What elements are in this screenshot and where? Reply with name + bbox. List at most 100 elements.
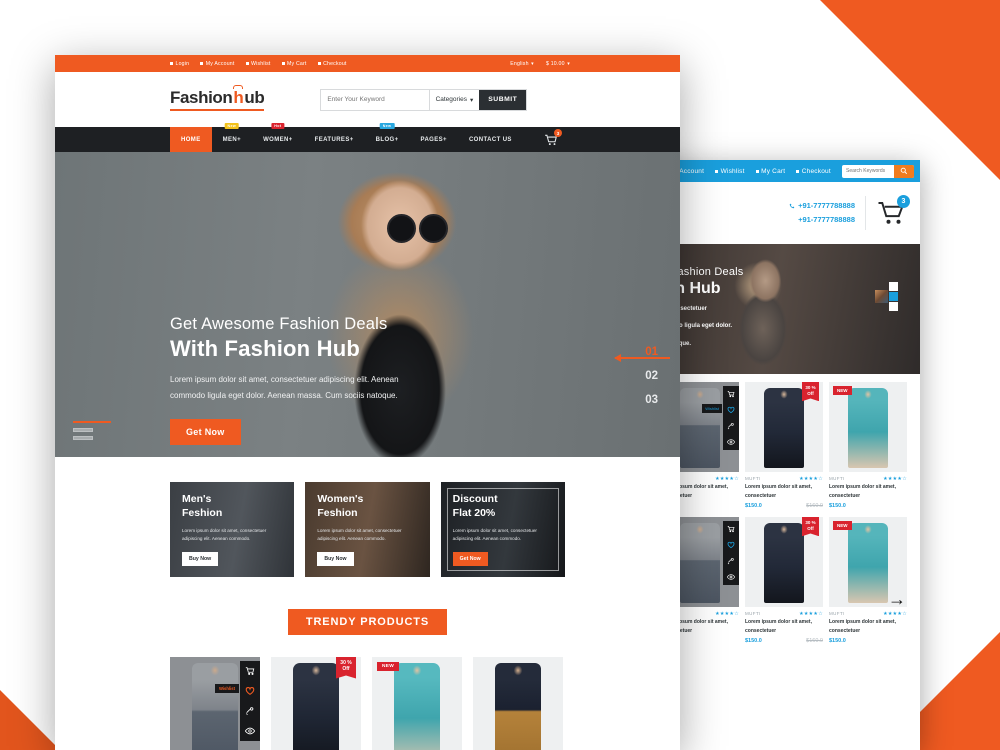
back-topbar-link-wishlist[interactable]: Wishlist: [715, 168, 745, 175]
add-to-cart-icon[interactable]: [240, 661, 260, 681]
heart-icon: [715, 169, 719, 173]
product-card[interactable]: 30 % Off: [271, 657, 361, 750]
product-card[interactable]: NEW: [372, 657, 462, 750]
hero-get-now-button[interactable]: Get Now: [170, 418, 241, 445]
discount-ribbon-badge: 30 % Off: [802, 517, 819, 537]
quick-view-eye-icon[interactable]: [240, 721, 260, 741]
nav-item-features[interactable]: FEATURES +: [304, 127, 365, 152]
topbar-label: Login: [175, 60, 190, 67]
back-search-box[interactable]: [842, 164, 914, 178]
topbar-link-wishlist[interactable]: Wishlist: [245, 61, 271, 67]
nav-item-men[interactable]: New MEN +: [212, 123, 252, 152]
slider-control-bar[interactable]: [73, 436, 93, 440]
search-submit-button[interactable]: SUBMIT: [479, 89, 527, 110]
slider-thumb-dot[interactable]: [889, 302, 898, 311]
back-product-image[interactable]: NEW: [829, 382, 907, 472]
product-image[interactable]: Wishlist: [170, 657, 260, 750]
hero-heading-line1: Get Awesome Fashion Deals: [170, 315, 388, 333]
banner-buy-now-button[interactable]: Buy Now: [182, 551, 219, 566]
slider-number-nav[interactable]: 01 02 03: [645, 340, 658, 412]
product-title[interactable]: Lorem ipsum dolor sit amet, consectetuer: [745, 483, 823, 500]
back-phone-numbers: +91-7777788888 +91-7777788888: [789, 199, 855, 228]
discount-ribbon-badge: 30 % Off: [802, 382, 819, 402]
slider-thumbnail-preview[interactable]: [875, 290, 888, 303]
front-topbar: Login My Account Wishlist My Cart Checko…: [55, 55, 680, 72]
back-product-action-bar[interactable]: [723, 386, 739, 450]
product-card[interactable]: [473, 657, 563, 750]
back-product-card[interactable]: 30 % Off ★★★★☆ MUFTI Lorem ipsum dolor s…: [745, 517, 823, 644]
back-product-action-bar[interactable]: [723, 521, 739, 585]
nav-item-pages[interactable]: PAGES +: [409, 127, 457, 152]
decorative-corner-triangle-top-right: [820, 0, 1000, 180]
nav-cart-button[interactable]: 3: [544, 127, 562, 152]
back-product-card[interactable]: NEW ★★★★☆ MUFTI Lorem ipsum dolor sit am…: [829, 517, 907, 644]
product-price: $150.0: [829, 503, 846, 509]
currency-selector[interactable]: $ 10.00 ▾: [546, 61, 570, 67]
nav-item-home[interactable]: HOME: [170, 127, 212, 152]
site-logo[interactable]: Fashion h ub: [170, 85, 265, 111]
product-action-bar[interactable]: [240, 661, 260, 741]
nav-item-women[interactable]: Hot WOMEN +: [252, 123, 304, 152]
banner-womens-fashion[interactable]: Women's Feshion Lorem ipsum dolor sit am…: [305, 482, 430, 577]
product-title[interactable]: Lorem ipsum dolor sit amet, consectetuer: [745, 618, 823, 635]
product-title[interactable]: Lorem ipsum dolor sit amet, consectetuer: [829, 618, 907, 635]
phone-icon: [789, 203, 795, 209]
compare-icon[interactable]: [240, 701, 260, 721]
back-product-image[interactable]: 30 % Off: [745, 517, 823, 607]
categories-dropdown[interactable]: Categories ▾: [428, 89, 480, 110]
back-search-button[interactable]: [894, 164, 914, 178]
slide-number-01[interactable]: 01: [645, 340, 658, 364]
wishlist-icon[interactable]: [240, 681, 260, 701]
nav-item-contact-us[interactable]: CONTACT US: [458, 127, 523, 152]
nav-item-blog[interactable]: New BLOG +: [365, 123, 410, 152]
back-product-image[interactable]: 30 % Off: [745, 382, 823, 472]
banner-get-now-button[interactable]: Get Now: [452, 551, 488, 566]
product-image[interactable]: [473, 657, 563, 750]
product-card[interactable]: Wishlist: [170, 657, 260, 750]
topbar-link-my-account[interactable]: My Account: [200, 61, 234, 67]
banner-buy-now-button[interactable]: Buy Now: [317, 551, 354, 566]
back-cart-button[interactable]: 3: [876, 195, 910, 228]
product-image[interactable]: NEW: [372, 657, 462, 750]
nav-label: CONTACT US: [468, 136, 512, 143]
back-topbar-link-my-cart[interactable]: My Cart: [755, 168, 786, 175]
add-to-cart-icon[interactable]: [723, 386, 739, 402]
product-image[interactable]: 30 % Off: [271, 657, 361, 750]
banner-discount-flat-20[interactable]: Discount Flat 20% Lorem ipsum dolor sit …: [440, 482, 565, 577]
slider-thumb-dot-active[interactable]: [889, 292, 898, 301]
compare-icon[interactable]: [723, 418, 739, 434]
slide-number-02[interactable]: 02: [645, 364, 658, 388]
wishlist-icon[interactable]: [723, 537, 739, 553]
quick-view-eye-icon[interactable]: [723, 569, 739, 585]
back-slider-thumbnails[interactable]: [875, 282, 898, 311]
slide-number-03[interactable]: 03: [645, 388, 658, 412]
slider-thumb-dot[interactable]: [889, 282, 898, 291]
chevron-down-icon: ▾: [531, 60, 534, 67]
back-topbar-link-checkout[interactable]: Checkout: [796, 168, 831, 175]
logo-part-3: ub: [244, 88, 265, 108]
wishlist-tooltip: Wishlist: [214, 684, 239, 693]
wishlist-icon[interactable]: [723, 402, 739, 418]
quick-view-eye-icon[interactable]: [723, 434, 739, 450]
back-product-card[interactable]: NEW ★★★★☆ MUFTI Lorem ipsum dolor sit am…: [829, 382, 907, 509]
category-banner-row: Men's Feshion Lorem ipsum dolor sit amet…: [55, 457, 680, 577]
add-to-cart-icon[interactable]: [723, 521, 739, 537]
chevron-down-icon: ▾: [470, 96, 474, 104]
slider-bottom-controls[interactable]: [73, 420, 111, 445]
banner-mens-fashion[interactable]: Men's Feshion Lorem ipsum dolor sit amet…: [170, 482, 295, 577]
slider-control-bar[interactable]: [73, 428, 93, 432]
language-selector[interactable]: English ▾: [510, 61, 534, 67]
next-arrow-icon[interactable]: →: [888, 590, 906, 608]
back-product-card[interactable]: 30 % Off ★★★★☆ MUFTI Lorem ipsum dolor s…: [745, 382, 823, 509]
product-brand: MUFTI: [829, 611, 845, 616]
rating-stars: ★★★★☆: [715, 611, 739, 617]
topbar-link-login[interactable]: Login: [170, 61, 189, 67]
compare-icon[interactable]: [723, 553, 739, 569]
search-input[interactable]: [321, 89, 429, 110]
product-title[interactable]: Lorem ipsum dolor sit amet, consectetuer: [829, 483, 907, 500]
topbar-link-my-cart[interactable]: My Cart: [281, 61, 307, 67]
topbar-link-checkout[interactable]: Checkout: [317, 61, 347, 67]
back-search-input[interactable]: [842, 164, 894, 178]
front-header: Fashion h ub Categories ▾ SUBMIT: [55, 72, 680, 127]
heart-icon: [245, 62, 249, 65]
